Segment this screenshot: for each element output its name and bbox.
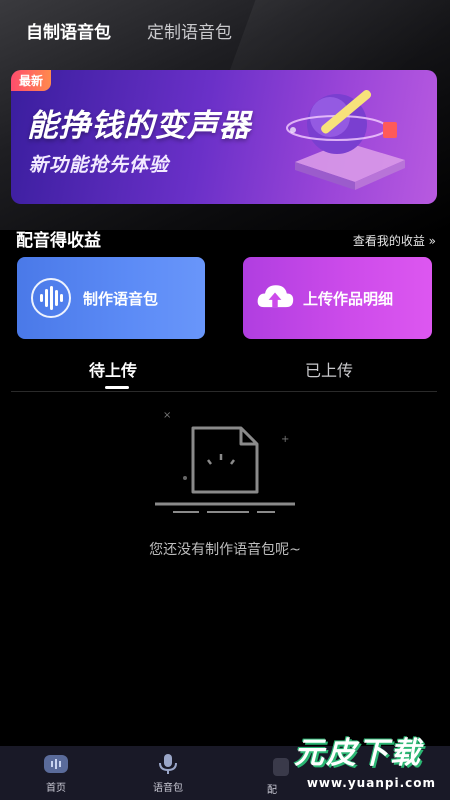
nav-home-label: 首页	[46, 782, 66, 794]
upload-details-button[interactable]: 上传作品明细	[243, 257, 432, 339]
watermark-url: www.yuanpi.com	[306, 776, 436, 790]
make-voice-pack-button[interactable]: 制作语音包	[17, 257, 205, 339]
top-tabs: 自制语音包 定制语音包	[26, 18, 232, 80]
nav-voice-pack-label: 语音包	[153, 782, 183, 794]
make-voice-pack-label: 制作语音包	[83, 289, 159, 308]
upload-details-label: 上传作品明细	[303, 289, 394, 308]
banner-title: 能挣钱的变声器	[27, 108, 251, 144]
promo-banner[interactable]: 最新 能挣钱的变声器 新功能抢先体验	[11, 70, 437, 204]
svg-text:+: +	[281, 434, 289, 445]
nav-voice-pack[interactable]: 语音包	[112, 746, 224, 800]
nav-home[interactable]: 首页	[0, 746, 112, 800]
view-earnings-link[interactable]: 查看我的收益 »	[353, 232, 436, 249]
waveform-icon	[31, 278, 71, 318]
divider	[11, 391, 437, 392]
empty-state-text: 您还没有制作语音包呢~	[149, 542, 301, 558]
empty-file-icon: × +	[155, 410, 295, 513]
site-watermark: 元皮下载 www.yuanpi.com	[268, 728, 436, 792]
banner-subtitle: 新功能抢先体验	[29, 154, 170, 176]
upload-status-tabs: 待上传 已上传	[0, 357, 450, 389]
watermark-logo-text: 元皮下载	[294, 736, 422, 771]
earnings-section-title: 配音得收益	[16, 231, 101, 251]
svg-text:×: ×	[163, 410, 171, 421]
tab-custom-voice-pack[interactable]: 自制语音包	[26, 18, 111, 80]
mic-icon	[155, 753, 181, 775]
tab-uploaded[interactable]: 已上传	[305, 357, 353, 381]
planet-illustration-icon	[286, 90, 405, 190]
tab-pending-upload[interactable]: 待上传	[89, 357, 137, 389]
cloud-upload-icon	[255, 278, 295, 318]
tab-order-voice-pack[interactable]: 定制语音包	[147, 18, 232, 62]
home-icon	[43, 753, 69, 775]
new-badge: 最新	[11, 70, 52, 91]
